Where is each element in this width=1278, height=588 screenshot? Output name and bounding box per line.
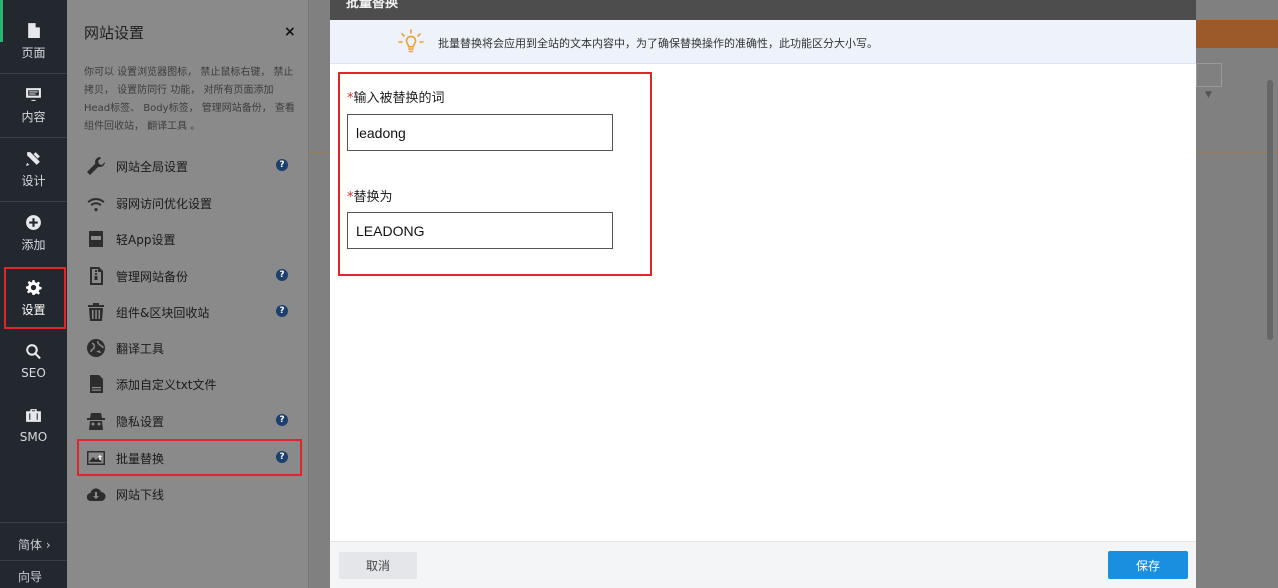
find-label: *输入被替换的词 <box>347 87 445 106</box>
menu-light-app-label: 轻App设置 <box>116 232 176 247</box>
nav-smo-label: SMO <box>19 429 48 444</box>
batch-replace-highlight-box <box>77 439 302 476</box>
nav-content[interactable]: 内容 <box>0 74 67 136</box>
modal-footer: 取消 保存 <box>330 541 1196 588</box>
nav-seo-label: SEO <box>21 365 46 380</box>
save-button[interactable]: 保存 <box>1108 551 1188 579</box>
background-select-box <box>1196 63 1222 87</box>
notice-bar: 批量替换将会应用到全站的文本内容中，为了确保替换操作的准确性，此功能区分大小写。 <box>330 20 1196 64</box>
menu-weak-network[interactable]: 弱网访问优化设置 <box>84 188 298 218</box>
panel-description: 你可以 设置浏览器图标， 禁止鼠标右键， 禁止拷贝， 设置防同行 功能， 对所有… <box>84 67 295 132</box>
nav-add[interactable]: 添加 <box>0 202 67 264</box>
menu-recycle-bin-label: 组件&区块回收站 <box>116 305 210 320</box>
help-icon[interactable]: ? <box>276 269 288 281</box>
design-tools-icon <box>25 149 43 167</box>
nav-design[interactable]: 设计 <box>0 138 67 200</box>
nav-design-label: 设计 <box>21 174 46 188</box>
background-header-strip <box>1196 20 1278 48</box>
menu-site-offline[interactable]: 网站下线 <box>84 479 298 509</box>
menu-custom-txt[interactable]: 添加自定义txt文件 <box>84 369 298 399</box>
replace-input[interactable] <box>347 212 613 249</box>
settings-panel: 网站设置 × 你可以 设置浏览器图标， 禁止鼠标右键， 禁止拷贝， 设置防同行 … <box>67 0 309 588</box>
nav-page-label: 页面 <box>21 46 46 60</box>
find-input[interactable] <box>347 114 613 151</box>
menu-recycle-bin[interactable]: 组件&区块回收站 ? <box>84 297 298 327</box>
modal-title: 批量替换 <box>346 0 399 11</box>
background-scrollbar[interactable] <box>1267 80 1273 340</box>
monitor-icon <box>25 85 43 103</box>
menu-privacy[interactable]: 隐私设置 ? <box>84 406 298 436</box>
menu-light-app[interactable]: 轻App设置 <box>84 224 298 254</box>
lightbulb-icon <box>397 28 425 56</box>
zip-file-icon <box>84 265 108 287</box>
page-icon <box>25 21 43 39</box>
help-icon[interactable]: ? <box>276 305 288 317</box>
briefcase-icon <box>25 407 43 425</box>
nav-smo[interactable]: SMO <box>0 394 67 456</box>
trash-icon <box>84 301 108 323</box>
app-icon <box>84 228 108 250</box>
cloud-download-icon <box>84 483 108 505</box>
nav-page[interactable]: 页面 <box>0 10 67 72</box>
menu-weak-network-label: 弱网访问优化设置 <box>116 196 213 211</box>
modal-header: 批量替换 <box>330 0 1196 20</box>
menu-site-offline-label: 网站下线 <box>116 487 165 502</box>
menu-global-settings[interactable]: 网站全局设置 ? <box>84 151 298 181</box>
nav-seo[interactable]: SEO <box>0 330 67 392</box>
wrench-icon <box>84 155 108 177</box>
nav-add-label: 添加 <box>21 238 46 252</box>
left-nav: 页面 内容 设计 添加 设置 SEO SMO 简体 › 向导 <box>0 0 67 588</box>
menu-backup[interactable]: 管理网站备份 ? <box>84 261 298 291</box>
txt-file-icon <box>84 373 108 395</box>
batch-replace-modal: 批量替换将会应用到全站的文本内容中，为了确保替换操作的准确性，此功能区分大小写。… <box>330 20 1196 588</box>
language-switch[interactable]: 简体 › <box>0 536 67 553</box>
nav-content-label: 内容 <box>21 110 46 124</box>
cancel-button[interactable]: 取消 <box>339 552 417 579</box>
settings-highlight-box <box>4 267 66 329</box>
notice-text: 批量替换将会应用到全站的文本内容中，为了确保替换操作的准确性，此功能区分大小写。 <box>438 37 878 50</box>
menu-privacy-label: 隐私设置 <box>116 414 165 429</box>
search-icon <box>25 343 43 361</box>
replace-label: *替换为 <box>347 186 393 205</box>
globe-icon <box>84 337 108 359</box>
help-icon[interactable]: ? <box>276 414 288 426</box>
menu-translate[interactable]: 翻译工具 <box>84 333 298 363</box>
guide-link[interactable]: 向导 <box>0 568 67 585</box>
plus-circle-icon <box>25 213 43 231</box>
spy-icon <box>84 410 108 432</box>
menu-backup-label: 管理网站备份 <box>116 269 189 284</box>
menu-global-settings-label: 网站全局设置 <box>116 159 189 174</box>
panel-title: 网站设置 <box>84 24 145 42</box>
background-caret-icon: ▼ <box>1205 90 1212 100</box>
wifi-icon <box>84 192 108 214</box>
menu-translate-label: 翻译工具 <box>116 341 165 356</box>
help-icon[interactable]: ? <box>276 159 288 171</box>
replace-label-text: 替换为 <box>353 190 393 205</box>
menu-custom-txt-label: 添加自定义txt文件 <box>116 377 217 392</box>
find-label-text: 输入被替换的词 <box>353 91 445 106</box>
panel-close-button[interactable]: × <box>284 24 296 40</box>
